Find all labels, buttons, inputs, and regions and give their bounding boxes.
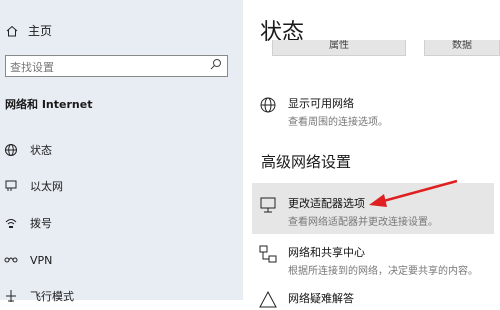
sidebar-item-label: 状态 <box>30 144 52 157</box>
properties-tile[interactable]: 属性 <box>272 40 406 56</box>
sidebar-item-status[interactable]: 状态 <box>4 142 52 158</box>
sidebar-item-airplane[interactable]: 飞行模式 <box>4 288 74 304</box>
data-usage-tile[interactable]: 数据 <box>424 40 500 56</box>
show-networks-link[interactable]: 显示可用网络 查看周围的连接选项。 <box>258 95 388 128</box>
globe-icon <box>4 143 18 157</box>
sidebar-item-label: VPN <box>30 253 53 267</box>
tile-label: 数据 <box>452 40 472 51</box>
search-box[interactable] <box>5 55 228 77</box>
ethernet-icon <box>4 179 18 193</box>
change-adapter-link[interactable]: 更改适配器选项 查看网络适配器并更改连接设置。 <box>258 195 438 228</box>
advanced-settings-heading: 高级网络设置 <box>261 153 352 171</box>
troubleshooter-title: 网络疑难解答 <box>288 292 354 305</box>
monitor-network-icon <box>258 195 278 228</box>
troubleshooter-link[interactable]: 网络疑难解答 <box>258 290 354 310</box>
dialup-icon <box>4 216 18 230</box>
show-networks-title: 显示可用网络 <box>288 97 354 110</box>
sidebar-item-ethernet[interactable]: 以太网 <box>4 178 63 194</box>
warning-icon <box>258 290 278 310</box>
sidebar-item-dialup[interactable]: 拨号 <box>4 215 52 231</box>
home-nav-item[interactable]: 主页 <box>6 22 52 39</box>
tile-label: 属性 <box>329 40 349 51</box>
sharing-center-desc: 根据所连接到的网络，决定要共享的内容。 <box>288 266 478 277</box>
sidebar-item-label: 以太网 <box>30 180 63 193</box>
sidebar-item-vpn[interactable]: VPN <box>4 253 52 267</box>
change-adapter-desc: 查看网络适配器并更改连接设置。 <box>288 217 438 228</box>
airplane-icon <box>4 289 18 303</box>
sharing-center-title: 网络和共享中心 <box>288 246 365 259</box>
vpn-icon <box>4 253 18 267</box>
network-sharing-icon <box>258 244 278 277</box>
home-label: 主页 <box>28 24 53 38</box>
home-icon <box>6 25 18 37</box>
search-input[interactable] <box>6 58 195 77</box>
change-adapter-title: 更改适配器选项 <box>288 197 365 210</box>
sidebar-item-label: 飞行模式 <box>30 290 74 303</box>
show-networks-desc: 查看周围的连接选项。 <box>288 117 388 128</box>
globe-icon <box>258 95 278 128</box>
section-title: 网络和 Internet <box>5 98 93 111</box>
sidebar-item-label: 拨号 <box>30 217 52 230</box>
search-icon[interactable] <box>209 57 223 73</box>
sharing-center-link[interactable]: 网络和共享中心 根据所连接到的网络，决定要共享的内容。 <box>258 244 478 277</box>
sidebar: 主页 网络和 Internet 状态 以太网 拨号 VPN 飞行 <box>0 0 243 303</box>
